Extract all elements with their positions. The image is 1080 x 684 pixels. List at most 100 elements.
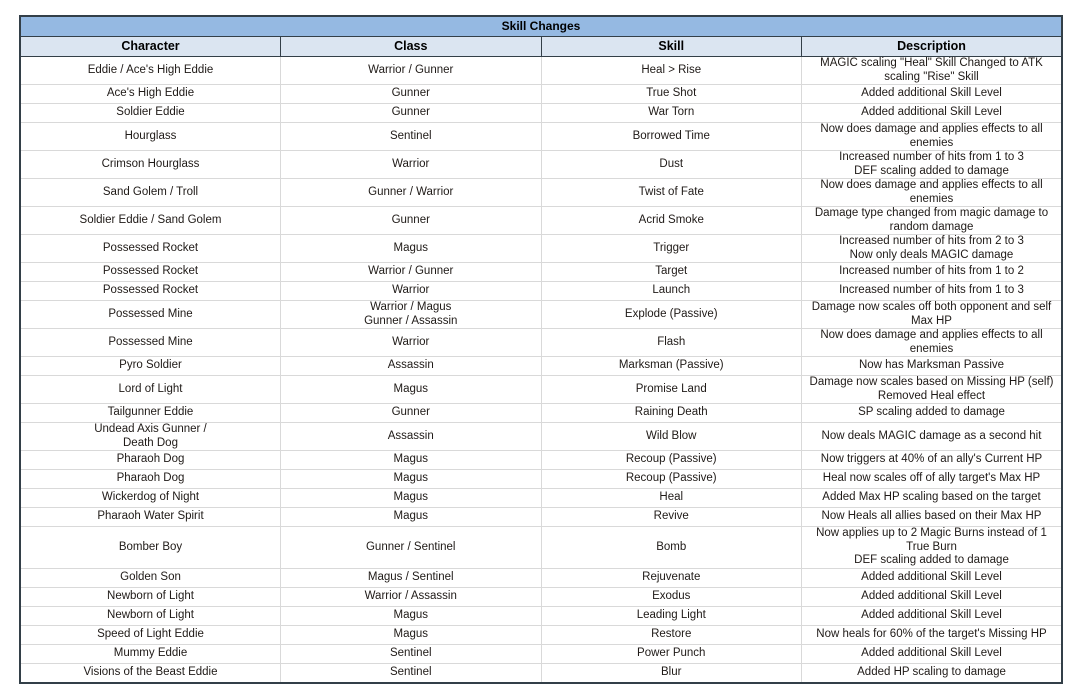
cell-class: Magus <box>281 235 542 263</box>
cell-description: Damage now scales off both opponent and … <box>802 301 1063 329</box>
cell-description: Now has Marksman Passive <box>802 357 1063 376</box>
cell-skill: Power Punch <box>541 644 802 663</box>
cell-class: Assassin <box>281 423 542 451</box>
table-row: Newborn of LightWarrior / AssassinExodus… <box>20 587 1062 606</box>
table-row: Sand Golem / TrollGunner / WarriorTwist … <box>20 179 1062 207</box>
cell-skill: Heal > Rise <box>541 57 802 85</box>
cell-class: Gunner <box>281 85 542 104</box>
cell-description: Now triggers at 40% of an ally's Current… <box>802 451 1063 470</box>
cell-character: Eddie / Ace's High Eddie <box>20 57 281 85</box>
cell-description: Now deals MAGIC damage as a second hit <box>802 423 1063 451</box>
cell-skill: Bomb <box>541 527 802 569</box>
cell-skill: Rejuvenate <box>541 568 802 587</box>
cell-skill: Marksman (Passive) <box>541 357 802 376</box>
cell-description: Now Heals all allies based on their Max … <box>802 508 1063 527</box>
cell-character: Possessed Mine <box>20 301 281 329</box>
cell-skill: Dust <box>541 151 802 179</box>
cell-character: Pharaoh Dog <box>20 470 281 489</box>
cell-description: Damage type changed from magic damage to… <box>802 207 1063 235</box>
text-line: Removed Heal effect <box>804 390 1059 404</box>
text-line: Added additional Skill Level <box>804 609 1059 623</box>
cell-description: Now does damage and applies effects to a… <box>802 329 1063 357</box>
cell-skill: Recoup (Passive) <box>541 451 802 470</box>
cell-description: Now does damage and applies effects to a… <box>802 123 1063 151</box>
cell-skill: Flash <box>541 329 802 357</box>
column-header-skill[interactable]: Skill <box>541 37 802 57</box>
column-header-class[interactable]: Class <box>281 37 542 57</box>
cell-class: Magus <box>281 470 542 489</box>
text-line: Now triggers at 40% of an ally's Current… <box>804 453 1059 467</box>
cell-class: Gunner <box>281 104 542 123</box>
cell-skill: Acrid Smoke <box>541 207 802 235</box>
cell-skill: War Torn <box>541 104 802 123</box>
text-line: Damage type changed from magic damage to… <box>804 207 1059 234</box>
table-title-row: Skill Changes <box>20 16 1062 37</box>
cell-description: Added Max HP scaling based on the target <box>802 489 1063 508</box>
cell-skill: Target <box>541 263 802 282</box>
cell-description: Added additional Skill Level <box>802 85 1063 104</box>
text-line: Gunner / Assassin <box>283 315 539 329</box>
cell-skill: Promise Land <box>541 376 802 404</box>
cell-description: Now applies up to 2 Magic Burns instead … <box>802 527 1063 569</box>
cell-class: Sentinel <box>281 663 542 683</box>
cell-character: Possessed Rocket <box>20 263 281 282</box>
table-row: Newborn of LightMagusLeading LightAdded … <box>20 606 1062 625</box>
text-line: Warrior / Magus <box>283 301 539 315</box>
cell-character: Newborn of Light <box>20 587 281 606</box>
table-row: Lord of LightMagusPromise LandDamage now… <box>20 376 1062 404</box>
table-row: Crimson HourglassWarriorDustIncreased nu… <box>20 151 1062 179</box>
cell-skill: Exodus <box>541 587 802 606</box>
text-line: Added HP scaling to damage <box>804 666 1059 680</box>
text-line: Undead Axis Gunner / <box>23 423 278 437</box>
column-header-description[interactable]: Description <box>802 37 1063 57</box>
text-line: Added additional Skill Level <box>804 647 1059 661</box>
cell-character: Mummy Eddie <box>20 644 281 663</box>
cell-class: Sentinel <box>281 644 542 663</box>
text-line: Now does damage and applies effects to a… <box>804 123 1059 150</box>
text-line: DEF scaling added to damage <box>804 554 1059 568</box>
text-line: Now does damage and applies effects to a… <box>804 329 1059 356</box>
text-line: MAGIC scaling "Heal" Skill Changed to AT… <box>804 57 1059 84</box>
cell-class: Magus <box>281 625 542 644</box>
cell-character: Bomber Boy <box>20 527 281 569</box>
cell-class: Magus <box>281 451 542 470</box>
cell-character: Wickerdog of Night <box>20 489 281 508</box>
cell-skill: Twist of Fate <box>541 179 802 207</box>
cell-class: Assassin <box>281 357 542 376</box>
cell-skill: Wild Blow <box>541 423 802 451</box>
cell-class: Warrior <box>281 329 542 357</box>
cell-class: Magus <box>281 376 542 404</box>
cell-skill: Leading Light <box>541 606 802 625</box>
text-line: SP scaling added to damage <box>804 406 1059 420</box>
text-line: Heal now scales off of ally target's Max… <box>804 472 1059 486</box>
cell-skill: True Shot <box>541 85 802 104</box>
table-header-row: Character Class Skill Description <box>20 37 1062 57</box>
cell-description: Increased number of hits from 1 to 3 <box>802 282 1063 301</box>
cell-class: Warrior <box>281 282 542 301</box>
cell-description: Added HP scaling to damage <box>802 663 1063 683</box>
cell-character: Possessed Rocket <box>20 235 281 263</box>
cell-description: Heal now scales off of ally target's Max… <box>802 470 1063 489</box>
table-row: Possessed MineWarrior / MagusGunner / As… <box>20 301 1062 329</box>
cell-character: Newborn of Light <box>20 606 281 625</box>
text-line: Now applies up to 2 Magic Burns instead … <box>804 527 1059 554</box>
cell-description: Added additional Skill Level <box>802 606 1063 625</box>
cell-class: Gunner / Warrior <box>281 179 542 207</box>
cell-character: Lord of Light <box>20 376 281 404</box>
table-row: Soldier Eddie / Sand GolemGunnerAcrid Sm… <box>20 207 1062 235</box>
table-title: Skill Changes <box>20 16 1062 37</box>
cell-class: Gunner / Sentinel <box>281 527 542 569</box>
table-row: Mummy EddieSentinelPower PunchAdded addi… <box>20 644 1062 663</box>
cell-character: Soldier Eddie <box>20 104 281 123</box>
cell-skill: Explode (Passive) <box>541 301 802 329</box>
text-line: DEF scaling added to damage <box>804 165 1059 179</box>
column-header-character[interactable]: Character <box>20 37 281 57</box>
table-row: Tailgunner EddieGunnerRaining DeathSP sc… <box>20 404 1062 423</box>
cell-description: Damage now scales based on Missing HP (s… <box>802 376 1063 404</box>
table-row: Pharaoh Water SpiritMagusReviveNow Heals… <box>20 508 1062 527</box>
table-row: Possessed RocketMagusTriggerIncreased nu… <box>20 235 1062 263</box>
cell-class: Warrior / Assassin <box>281 587 542 606</box>
cell-character: Tailgunner Eddie <box>20 404 281 423</box>
table-row: Wickerdog of NightMagusHealAdded Max HP … <box>20 489 1062 508</box>
table-row: Bomber BoyGunner / SentinelBombNow appli… <box>20 527 1062 569</box>
